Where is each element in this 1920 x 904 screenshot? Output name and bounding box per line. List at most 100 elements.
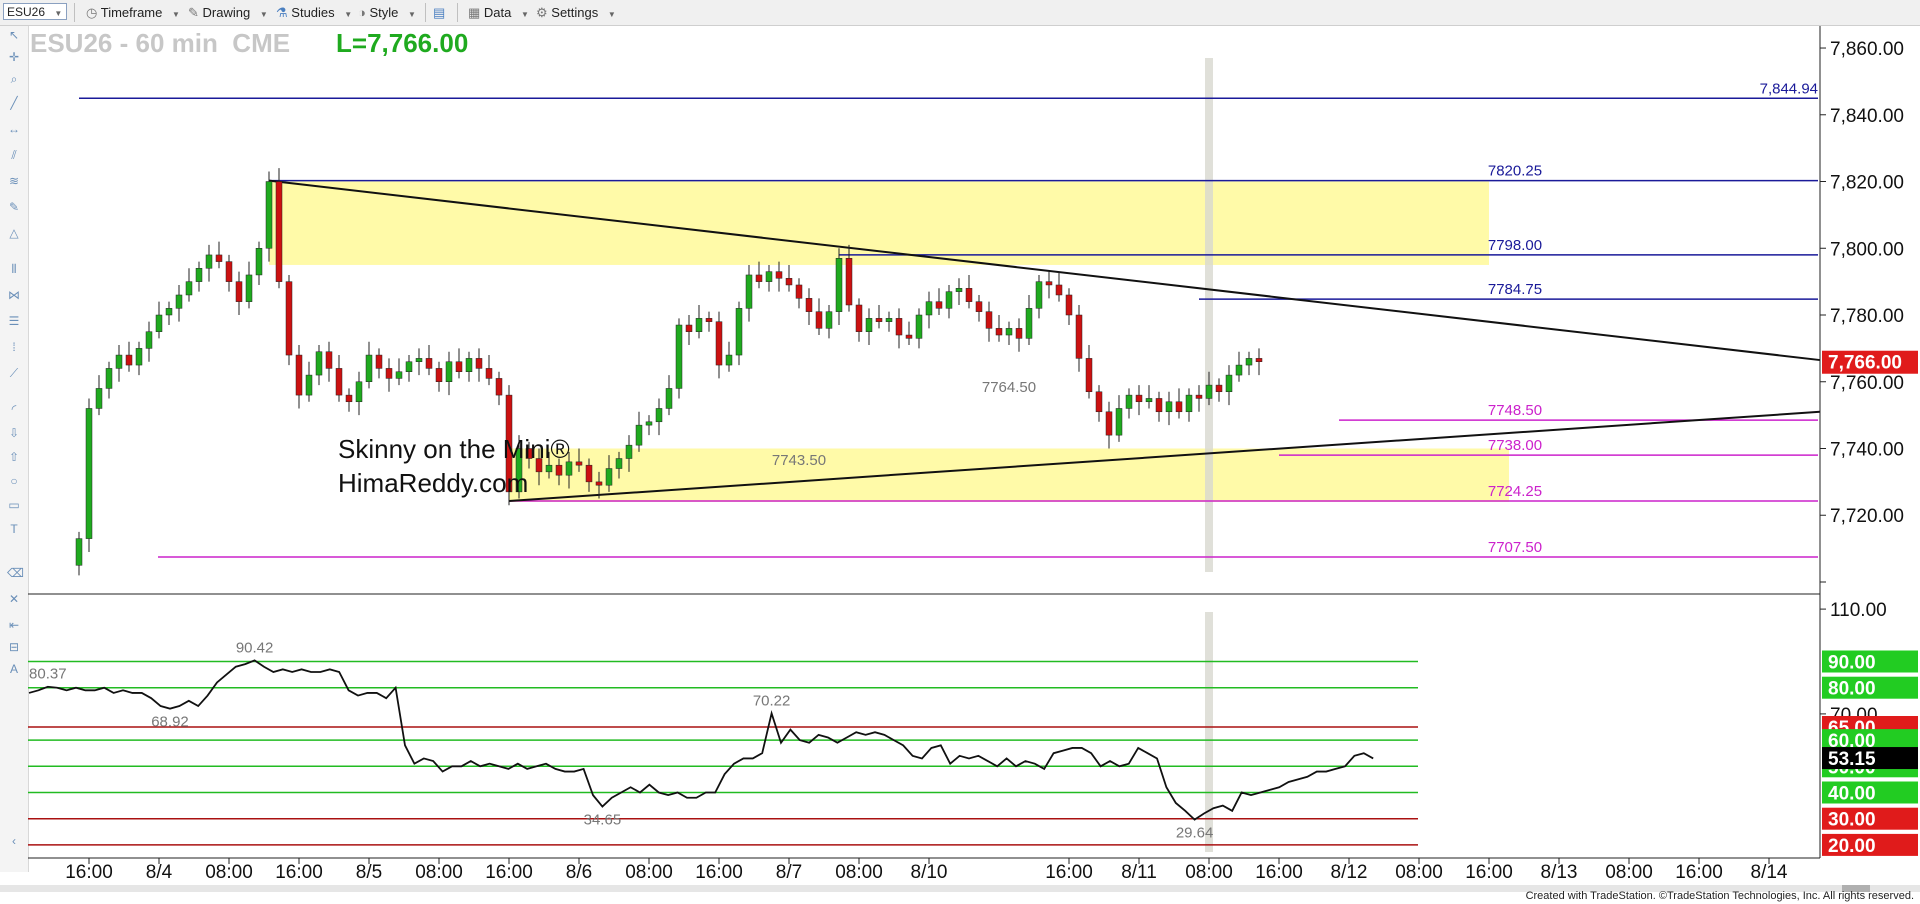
down-candle [275, 181, 283, 282]
up-candle [1245, 358, 1253, 366]
down-candle [295, 354, 303, 396]
down-candle [485, 368, 493, 379]
up-candle [635, 424, 643, 446]
down-candle [975, 301, 983, 312]
up-candle [205, 254, 213, 269]
watermark-line-1: Skinny on the Mini® [338, 434, 570, 464]
down-candle [215, 254, 223, 262]
up-candle [445, 361, 453, 383]
time-tick-label: 08:00 [1395, 862, 1443, 883]
down-candle [1015, 328, 1023, 339]
time-tick-label: 16:00 [1045, 862, 1093, 883]
indicator-annotation: 80.37 [29, 666, 67, 683]
down-candle [495, 378, 503, 396]
up-candle [315, 351, 323, 376]
price-tick-label: 7,740.00 [1830, 439, 1904, 460]
down-candle [805, 298, 813, 312]
indicator-annotation: 68.92 [151, 714, 189, 731]
down-candle [575, 461, 583, 466]
up-candle [395, 371, 403, 379]
indicator-annotation: 90.42 [236, 639, 274, 656]
up-candle [115, 354, 123, 369]
time-tick-label: 08:00 [1185, 862, 1233, 883]
up-candle [1145, 398, 1153, 403]
indicator-level-badge-label: 20.00 [1828, 836, 1876, 857]
time-tick-label: 16:00 [1255, 862, 1303, 883]
time-tick-label: 8/12 [1331, 862, 1368, 883]
up-candle [365, 354, 373, 383]
time-tick-label: 08:00 [835, 862, 883, 883]
down-candle [935, 301, 943, 309]
up-candle [415, 358, 423, 362]
up-candle [745, 274, 753, 309]
last-price-title: L=7,766.00 [336, 28, 468, 58]
down-candle [685, 324, 693, 332]
up-candle [1035, 281, 1043, 309]
up-candle [835, 258, 843, 312]
down-candle [1045, 281, 1053, 286]
price-annotation: 7743.50 [772, 452, 826, 469]
watermark: Skinny on the Mini® HimaReddy.com [338, 432, 570, 500]
up-candle [1115, 408, 1123, 436]
time-tick-label: 8/11 [1121, 862, 1157, 883]
up-candle [1235, 364, 1243, 376]
down-candle [435, 368, 443, 383]
down-candle [755, 274, 763, 282]
time-tick-label: 16:00 [275, 862, 323, 883]
up-candle [645, 421, 653, 426]
down-candle [385, 368, 393, 379]
up-candle [145, 331, 153, 349]
up-candle [355, 381, 363, 403]
price-level-label: 7,844.94 [1760, 80, 1818, 97]
session-marker [1205, 58, 1213, 572]
down-candle [1175, 401, 1183, 413]
time-tick-label: 8/13 [1541, 862, 1578, 883]
up-candle [1005, 328, 1013, 336]
up-candle [765, 271, 773, 282]
down-candle [1055, 284, 1063, 296]
up-candle [135, 348, 143, 366]
indicator-annotation: 34.65 [584, 812, 622, 829]
time-tick-label: 16:00 [485, 862, 533, 883]
time-tick-label: 08:00 [205, 862, 253, 883]
last-price-badge-label: 7,766.00 [1828, 353, 1902, 374]
down-candle [785, 278, 793, 286]
price-level-label: 7724.25 [1488, 483, 1542, 500]
session-marker [1205, 612, 1213, 852]
up-candle [405, 361, 413, 372]
up-candle [1125, 394, 1133, 409]
up-candle [625, 444, 633, 459]
indicator-level-badge-label: 90.00 [1828, 653, 1876, 674]
up-candle [1025, 308, 1033, 339]
up-candle [725, 354, 733, 366]
indicator-level-badge-label: 80.00 [1828, 679, 1876, 700]
down-candle [845, 258, 853, 306]
chart-symbol-title: ESU26 - 60 min CME [30, 28, 290, 58]
up-candle [265, 181, 273, 249]
time-tick-label: 16:00 [695, 862, 743, 883]
up-candle [245, 274, 253, 302]
down-candle [1075, 314, 1083, 359]
price-level-label: 7738.00 [1488, 437, 1542, 454]
up-candle [1165, 401, 1173, 413]
price-level-label: 7748.50 [1488, 402, 1542, 419]
up-candle [85, 408, 93, 539]
down-candle [1105, 411, 1113, 436]
price-chart[interactable]: 7,844.94 7820.25 7798.00 7784.75 7748.50 7738… [0, 0, 1920, 904]
time-tick-label: 08:00 [625, 862, 673, 883]
up-candle [655, 408, 663, 423]
up-candle [605, 468, 613, 486]
up-candle [165, 308, 173, 316]
time-tick-label: 8/10 [911, 862, 948, 883]
up-candle [955, 288, 963, 292]
down-candle [965, 288, 973, 302]
indicator-annotation: 29.64 [1176, 825, 1214, 842]
down-candle [1215, 384, 1223, 393]
price-tick-label: 7,840.00 [1830, 106, 1904, 127]
down-candle [1255, 358, 1263, 362]
down-candle [815, 311, 823, 329]
time-tick-label: 8/14 [1751, 862, 1788, 883]
price-level-label: 7784.75 [1488, 281, 1542, 298]
down-candle [335, 368, 343, 396]
up-candle [1205, 384, 1213, 399]
